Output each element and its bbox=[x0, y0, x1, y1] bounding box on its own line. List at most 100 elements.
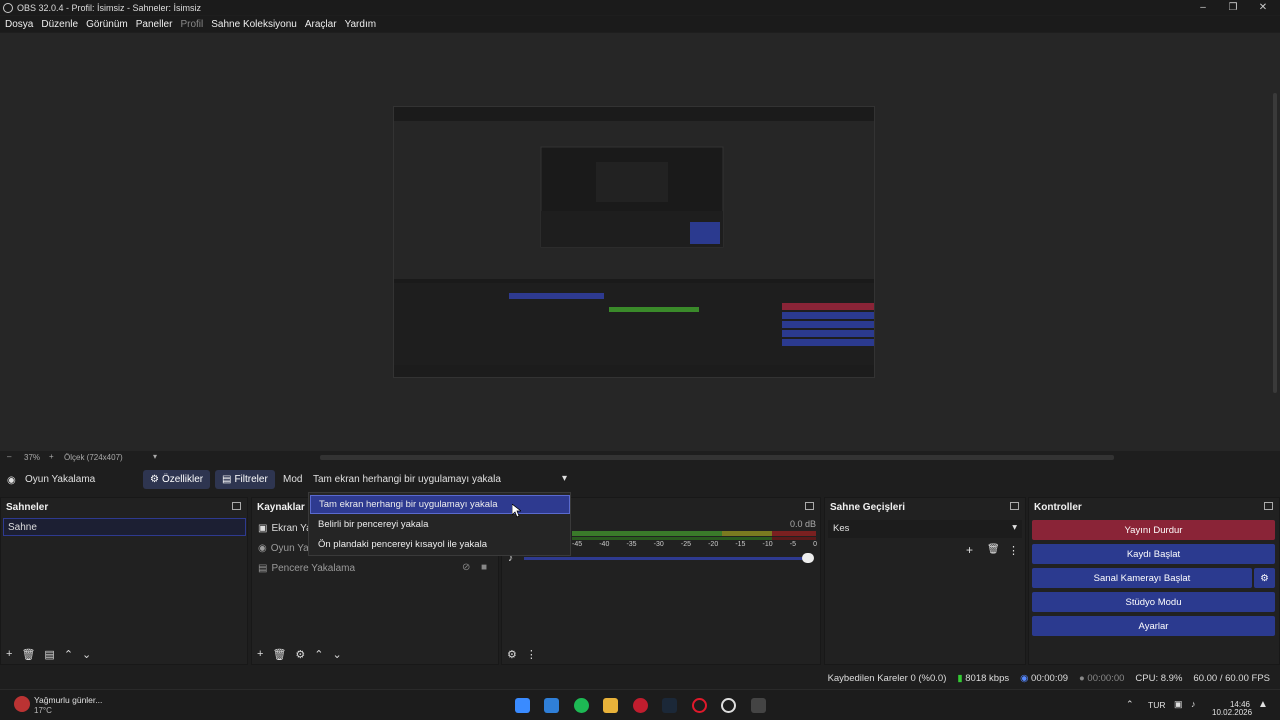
gamepad-icon: ◉ bbox=[7, 475, 16, 486]
add-icon[interactable]: + bbox=[257, 648, 263, 660]
preview-canvas[interactable] bbox=[393, 106, 875, 378]
menu-bar: Dosya Düzenle Görünüm Paneller Profil Sa… bbox=[0, 16, 1280, 32]
folder-icon[interactable] bbox=[603, 698, 618, 713]
gamepad-icon: ◉ bbox=[258, 542, 267, 554]
language-indicator[interactable]: TUR bbox=[1148, 700, 1165, 710]
undock-icon[interactable] bbox=[1264, 502, 1273, 510]
title-bar: OBS 32.0.4 - Profil: İsimsiz - Sahneler:… bbox=[0, 0, 1280, 15]
move-down-icon[interactable]: ⌄ bbox=[82, 648, 91, 661]
cpu-usage: CPU: 8.9% bbox=[1135, 672, 1183, 684]
filters-button[interactable]: ▤ Filtreler bbox=[215, 470, 275, 489]
move-up-icon[interactable]: ⌃ bbox=[314, 648, 323, 661]
menu-profil[interactable]: Profil bbox=[180, 19, 203, 30]
media-app-icon[interactable] bbox=[633, 698, 648, 713]
scale-label[interactable]: Ölçek (724x407) bbox=[64, 453, 123, 462]
menu-sahne-koleksiyonu[interactable]: Sahne Koleksiyonu bbox=[211, 19, 297, 30]
obs-icon[interactable] bbox=[721, 698, 736, 713]
start-recording-button[interactable]: Kaydı Başlat bbox=[1032, 544, 1275, 564]
mode-dropdown-list: Tam ekran herhangi bir uygulamayı yakala… bbox=[308, 492, 571, 556]
opera-icon[interactable] bbox=[692, 698, 707, 713]
menu-araclar[interactable]: Araçlar bbox=[305, 19, 337, 30]
menu-duzenle[interactable]: Düzenle bbox=[41, 19, 78, 30]
undock-icon[interactable] bbox=[805, 502, 814, 510]
virtual-camera-settings-button[interactable]: ⚙ bbox=[1254, 568, 1275, 588]
controls-dock: Kontroller Yayını Durdur Kaydı Başlat Sa… bbox=[1028, 497, 1280, 665]
game-app-icon[interactable] bbox=[751, 698, 766, 713]
move-up-icon[interactable]: ⌃ bbox=[64, 648, 73, 661]
recursive-preview-image bbox=[394, 107, 874, 377]
mode-select[interactable]: Tam ekran herhangi bir uygulamayı yakala… bbox=[309, 471, 571, 489]
scenes-title: Sahneler bbox=[6, 502, 49, 513]
mixer-footer: ⚙ ⋮ bbox=[502, 644, 820, 664]
menu-paneller[interactable]: Paneller bbox=[136, 19, 173, 30]
stop-stream-button[interactable]: Yayını Durdur bbox=[1032, 520, 1275, 540]
volume-slider-handle[interactable] bbox=[802, 553, 814, 563]
filter-icon[interactable]: ▤ bbox=[44, 648, 54, 661]
meter-ticks: -45 -40 -35 -30 -25 -20 -15 -10 -5 0 bbox=[572, 541, 817, 548]
steam-icon[interactable] bbox=[662, 698, 677, 713]
monitor-app-icon[interactable] bbox=[544, 698, 559, 713]
menu-yardim[interactable]: Yardım bbox=[345, 19, 377, 30]
db-value: 0.0 dB bbox=[790, 519, 817, 529]
monitor-icon: ▣ bbox=[258, 522, 268, 534]
chevron-up-icon[interactable]: ⌃ bbox=[1126, 699, 1134, 710]
scenes-footer: + 🗑 ▤ ⌃ ⌄ bbox=[1, 644, 247, 664]
move-down-icon[interactable]: ⌄ bbox=[333, 648, 342, 661]
trash-icon[interactable]: 🗑 bbox=[272, 648, 286, 661]
fps: 60.00 / 60.00 FPS bbox=[1193, 672, 1270, 684]
window-title: OBS 32.0.4 - Profil: İsimsiz - Sahneler:… bbox=[17, 2, 202, 13]
source-item-window[interactable]: ▤ Pencere Yakalama bbox=[258, 560, 355, 576]
more-options-icon[interactable]: ⋮ bbox=[526, 648, 537, 661]
restore-button[interactable]: ❐ bbox=[1218, 0, 1248, 15]
network-icon[interactable]: ▣ bbox=[1174, 699, 1183, 710]
source-item-game[interactable]: ◉ Oyun Ya bbox=[258, 540, 309, 556]
settings-button[interactable]: Ayarlar bbox=[1032, 616, 1275, 636]
trash-icon[interactable]: 🗑 bbox=[21, 648, 35, 661]
volume-slider[interactable] bbox=[524, 557, 809, 560]
preview-horizontal-scrollbar[interactable] bbox=[320, 455, 1114, 460]
scenes-dock: Sahneler Sahne + 🗑 ▤ ⌃ ⌄ bbox=[0, 497, 248, 665]
spotify-icon[interactable] bbox=[574, 698, 589, 713]
zoom-out-button[interactable]: – bbox=[7, 452, 11, 461]
studio-mode-button[interactable]: Stüdyo Modu bbox=[1032, 592, 1275, 612]
mode-option-hotkey-window[interactable]: Ön plandaki pencereyi kısayol ile yakala bbox=[310, 535, 570, 554]
trash-icon[interactable]: 🗑 bbox=[987, 544, 1000, 555]
signal-bars-icon: ▮ bbox=[957, 672, 963, 684]
weather-icon[interactable] bbox=[14, 696, 30, 712]
obs-logo-icon bbox=[3, 2, 13, 13]
transition-select[interactable]: Kes ▾ bbox=[828, 520, 1022, 538]
gear-icon[interactable]: ⚙ bbox=[295, 648, 305, 661]
source-item-screen[interactable]: ▣ Ekran Ya bbox=[258, 520, 312, 536]
gear-icon[interactable]: ⚙ bbox=[507, 648, 517, 661]
visibility-hidden-icon[interactable]: ⊘ bbox=[462, 562, 470, 573]
minimize-button[interactable]: – bbox=[1188, 0, 1218, 15]
notification-icon[interactable]: ▲ bbox=[1258, 699, 1268, 710]
sources-footer: + 🗑 ⚙ ⌃ ⌄ bbox=[252, 644, 498, 664]
chevron-down-icon[interactable]: ▾ bbox=[153, 452, 157, 461]
close-button[interactable]: ✕ bbox=[1248, 0, 1278, 15]
start-virtual-camera-button[interactable]: Sanal Kamerayı Başlat bbox=[1032, 568, 1252, 588]
undock-icon[interactable] bbox=[1010, 502, 1019, 510]
zoom-in-button[interactable]: + bbox=[49, 452, 54, 461]
mode-option-specific-window[interactable]: Belirli bir pencereyi yakala bbox=[310, 515, 570, 534]
transitions-dock: Sahne Geçişleri Kes ▾ + 🗑 ⋮ bbox=[824, 497, 1026, 665]
weather-text[interactable]: Yağmurlu günler... bbox=[34, 695, 102, 705]
windows-start-icon[interactable] bbox=[515, 698, 530, 713]
undock-icon[interactable] bbox=[232, 502, 241, 510]
context-toolbar: ◉ Oyun Yakalama ⚙ Özellikler ▤ Filtreler… bbox=[0, 469, 1280, 491]
add-icon[interactable]: + bbox=[966, 543, 973, 557]
scene-item[interactable]: Sahne bbox=[3, 518, 246, 536]
weather-temp[interactable]: 17°C bbox=[34, 706, 52, 715]
volume-icon[interactable]: ♪ bbox=[1191, 699, 1196, 709]
transitions-title: Sahne Geçişleri bbox=[830, 502, 906, 513]
menu-gorunum[interactable]: Görünüm bbox=[86, 19, 128, 30]
menu-dosya[interactable]: Dosya bbox=[5, 19, 33, 30]
preview-vertical-scrollbar[interactable] bbox=[1270, 33, 1280, 451]
volume-meter bbox=[572, 531, 816, 540]
lock-icon[interactable]: ■ bbox=[481, 562, 487, 573]
mode-option-fullscreen[interactable]: Tam ekran herhangi bir uygulamayı yakala bbox=[310, 495, 570, 514]
add-icon[interactable]: + bbox=[6, 648, 12, 660]
clock-date[interactable]: 10.02.2026 bbox=[1212, 708, 1252, 717]
properties-button[interactable]: ⚙ Özellikler bbox=[143, 470, 211, 489]
more-options-icon[interactable]: ⋮ bbox=[1008, 544, 1019, 557]
